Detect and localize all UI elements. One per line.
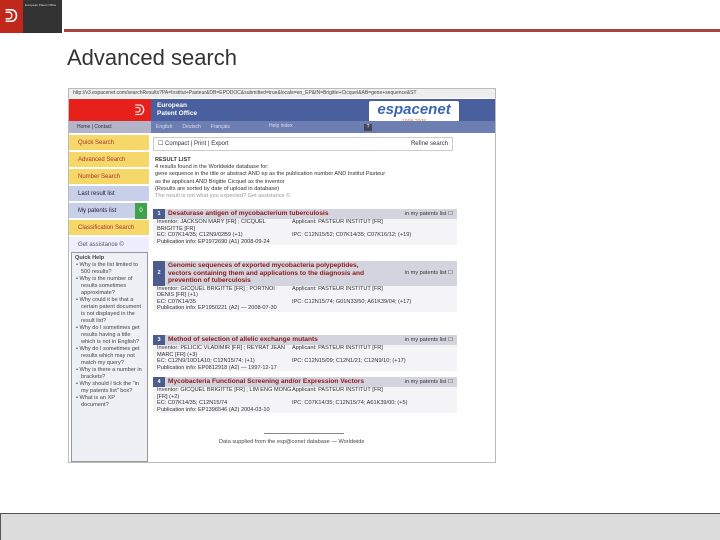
epo-logo: ᕲ European Patent Office (0, 0, 62, 33)
address-bar[interactable]: http://v3.espacenet.com/searchResults?PA… (69, 89, 495, 98)
result-number: 2 (153, 261, 165, 286)
help-link[interactable]: Why do I sometimes get results which may… (75, 346, 144, 367)
query-line-1: gene sequence in the title or abstract A… (155, 171, 386, 178)
sidebar-classification-search[interactable]: Classification Search (69, 220, 149, 236)
help-link[interactable]: Why is there a number in brackets? (75, 367, 144, 381)
result-count: 4 results found in the Worldwide databas… (155, 164, 269, 171)
help-index-link[interactable]: Help index (269, 123, 293, 129)
footer-divider (264, 433, 344, 434)
language-bar: English Deutsch Français (151, 121, 495, 133)
applicant: Applicant: PASTEUR INSTITUT [FR] (292, 345, 383, 351)
result-title[interactable]: Mycobacteria Functional Screening and/or… (165, 377, 377, 387)
ipc-class: IPC: C12N15/09; C12N1/21; C12N9/10; (+17… (292, 358, 406, 364)
help-link[interactable]: Why do I sometimes get results having a … (75, 325, 144, 346)
help-link[interactable]: Why should I tick the "in my patents lis… (75, 381, 144, 395)
help-link[interactable]: What is an XP document? (75, 395, 144, 409)
compact-checkbox[interactable]: ☐ Compact (158, 141, 189, 147)
footer-note: Data supplied from the esp@cenet databas… (219, 439, 365, 445)
result-item: 2 Genomic sequences of exported mycobacte… (153, 261, 457, 312)
in-my-patents-checkbox[interactable]: in my patents list ☐ (377, 337, 457, 343)
epo-emblem-icon: ᕲ (69, 99, 151, 121)
in-my-patents-checkbox[interactable]: in my patents list ☐ (377, 270, 457, 276)
quick-help-box: Quick Help Why is the list limited to 50… (71, 252, 148, 462)
export-link[interactable]: Export (211, 141, 228, 147)
result-title[interactable]: Desaturase antigen of mycobacterium tube… (165, 209, 377, 219)
brand: espacenet (377, 101, 451, 118)
lang-deutsch[interactable]: Deutsch (182, 124, 200, 130)
ipc-class: IPC: C07K14/35; C12N15/74; A61K39/00; (+… (292, 400, 408, 406)
help-link[interactable]: Why is the number of results sometimes a… (75, 276, 144, 297)
result-summary: RESULT LIST 4 results found in the World… (155, 157, 475, 200)
inventor: Inventor: GICQUEL BRIGITTE [FR] ; PORTNO… (157, 285, 275, 299)
refine-search-link[interactable]: Refine search (411, 138, 448, 150)
help-link[interactable]: Why is the list limited to 500 results? (75, 262, 144, 276)
in-my-patents-checkbox[interactable]: in my patents list ☐ (377, 379, 457, 385)
title-rule (64, 29, 720, 32)
query-line-2: as the applicant AND Brigitte Cicquel as… (155, 178, 285, 185)
publication-info[interactable]: Publication info: EP1396546 (A2) 2004-03… (157, 407, 270, 414)
ipc-class: IPC: C12N15/74; G01N33/50; A61K39/04; (+… (292, 298, 412, 305)
results-toolbar: ☐ Compact | Print | Export Refine search (153, 137, 453, 151)
help-icon[interactable]: ? (364, 124, 372, 131)
sidebar-my-patents-list[interactable]: My patents list (69, 203, 135, 219)
print-link[interactable]: Print (194, 141, 206, 147)
home-contact-link[interactable]: Home | Contact (69, 121, 151, 133)
result-item: 4 Mycobacteria Functional Screening and/o… (153, 377, 457, 413)
bottom-bar (0, 513, 720, 540)
result-number: 4 (153, 377, 165, 387)
espacenet-screenshot: http://v3.espacenet.com/searchResults?PA… (68, 88, 496, 463)
sidebar-number-search[interactable]: Number Search (69, 169, 149, 185)
patents-count-badge: 0 (135, 203, 147, 219)
ipc-class: IPC: C12N15/52; C07K14/35; C07K16/12; (+… (292, 232, 412, 238)
result-number: 1 (153, 209, 165, 219)
help-link[interactable]: Why could it be that a certain patent do… (75, 297, 144, 325)
inventor: Inventor: JACKSON MARY [FR] ; CICQUEL BR… (157, 219, 266, 232)
logo-text: European Patent Office (25, 3, 57, 7)
result-item: 3 Method of selection of allelic exchange… (153, 335, 457, 371)
sidebar-quick-search[interactable]: Quick Search (69, 135, 149, 151)
epo-logo-icon: ᕲ (0, 0, 23, 33)
quick-help-title: Quick Help (75, 255, 105, 261)
sort-note: (Results are sorted by date of upload in… (155, 185, 280, 192)
result-title[interactable]: Method of selection of allelic exchange … (165, 335, 377, 345)
applicant: Applicant: PASTEUR INSTITUT [FR] (292, 219, 383, 225)
applicant: Applicant: PASTEUR INSTITUT [FR] (292, 285, 383, 292)
publication-info[interactable]: Publication info: EP0812918 (A2) — 1997-… (157, 365, 277, 372)
result-item: 1 Desaturase antigen of mycobacterium tub… (153, 209, 457, 245)
result-number: 3 (153, 335, 165, 345)
result-title[interactable]: Genomic sequences of exported mycobacter… (165, 261, 377, 286)
sidebar-last-result-list[interactable]: Last result list (69, 186, 149, 202)
assistance-link[interactable]: The result is not what you expected? Get… (155, 193, 475, 200)
sidebar-get-assistance[interactable]: Get assistance © (69, 237, 149, 253)
publication-info[interactable]: Publication info: EP1972690 (A1) 2008-09… (157, 239, 270, 246)
applicant: Applicant: PASTEUR INSTITUT [FR] (292, 387, 383, 393)
sidebar-advanced-search[interactable]: Advanced Search (69, 152, 149, 168)
lang-english[interactable]: English (156, 124, 172, 130)
result-heading: RESULT LIST (155, 157, 191, 163)
inventor: Inventor: PELICIC VLADIMIR [FR] ; REYRAT… (157, 345, 285, 358)
lang-francais[interactable]: Français (211, 124, 230, 130)
publication-info[interactable]: Publication info: EP1950221 (A2) — 2008-… (157, 305, 277, 312)
slide-title: Advanced search (67, 45, 237, 70)
inventor: Inventor: GICQUEL BRIGITTE [FR] ; LIM EN… (157, 387, 292, 400)
in-my-patents-checkbox[interactable]: in my patents list ☐ (377, 211, 457, 217)
